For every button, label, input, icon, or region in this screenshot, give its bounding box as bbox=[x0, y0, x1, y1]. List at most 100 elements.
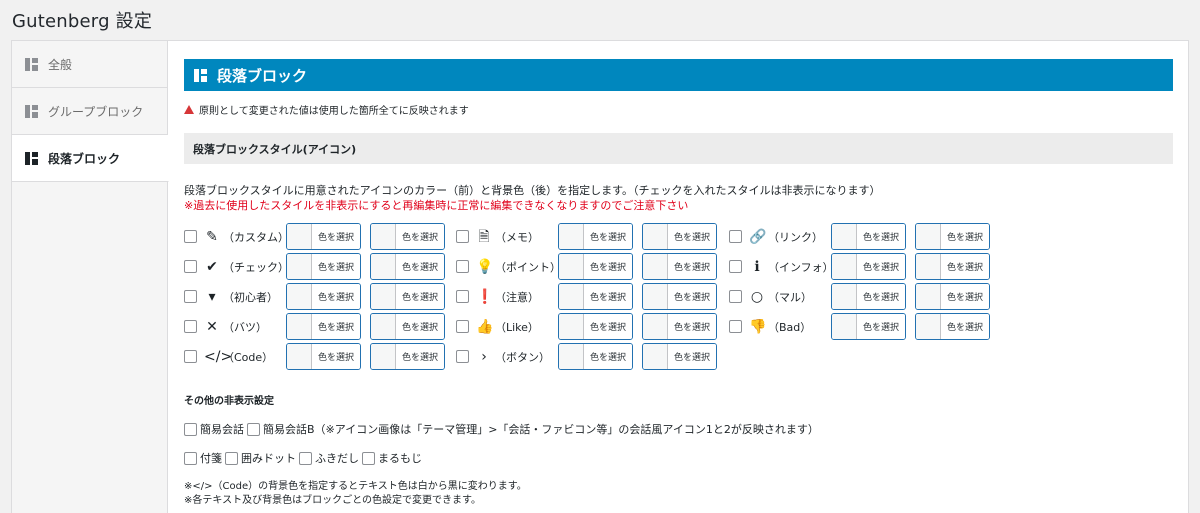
hide-style-checkbox[interactable] bbox=[729, 290, 742, 303]
hide-style-checkbox[interactable] bbox=[729, 260, 742, 273]
background-color-button[interactable]: 色を選択 bbox=[370, 313, 445, 340]
background-color-button[interactable]: 色を選択 bbox=[370, 223, 445, 250]
color-button-label: 色を選択 bbox=[668, 314, 716, 339]
color-button-label: 色を選択 bbox=[668, 284, 716, 309]
icon-color-button[interactable]: 色を選択 bbox=[558, 253, 633, 280]
icon-color-button[interactable]: 色を選択 bbox=[558, 223, 633, 250]
background-color-button[interactable]: 色を選択 bbox=[370, 283, 445, 310]
lightbulb-icon: 💡 bbox=[476, 258, 494, 275]
icon-color-button[interactable]: 色を選択 bbox=[558, 313, 633, 340]
icon-color-button[interactable]: 色を選択 bbox=[286, 343, 361, 370]
icon-color-button[interactable]: 色を選択 bbox=[831, 313, 906, 340]
background-color-button[interactable]: 色を選択 bbox=[642, 223, 717, 250]
color-swatch bbox=[643, 254, 668, 279]
icon-color-button[interactable]: 色を選択 bbox=[558, 283, 633, 310]
color-swatch bbox=[559, 314, 584, 339]
option-label: 囲みドット bbox=[241, 452, 296, 465]
color-swatch bbox=[371, 254, 396, 279]
color-button-label: 色を選択 bbox=[941, 284, 989, 309]
color-button-label: 色を選択 bbox=[584, 284, 632, 309]
hide-style-checkbox[interactable] bbox=[456, 320, 469, 333]
color-swatch bbox=[643, 284, 668, 309]
icon-color-button[interactable]: 色を選択 bbox=[286, 283, 361, 310]
checkbox[interactable] bbox=[362, 451, 375, 465]
icon-color-button[interactable]: 色を選択 bbox=[831, 283, 906, 310]
icon-color-button[interactable]: 色を選択 bbox=[286, 313, 361, 340]
hide-style-checkbox[interactable] bbox=[456, 260, 469, 273]
style-option: ✎ （カスタム） bbox=[184, 223, 289, 250]
page-title: Gutenberg 設定 bbox=[12, 11, 153, 32]
note-block-colors: ※各テキスト及び背景色はブロックごとの色設定で変更できます。 bbox=[184, 495, 481, 506]
color-button-label: 色を選択 bbox=[312, 344, 360, 369]
background-color-button[interactable]: 色を選択 bbox=[642, 253, 717, 280]
style-option: 💡 （ポイント） bbox=[456, 253, 561, 280]
color-button-label: 色を選択 bbox=[584, 224, 632, 249]
color-button-label: 色を選択 bbox=[312, 224, 360, 249]
style-option: ✕ （バツ） bbox=[184, 313, 267, 340]
sidebar-item-paragraph-block[interactable]: 段落ブロック bbox=[12, 135, 169, 182]
sidebar-item-group-block[interactable]: グループブロック bbox=[12, 88, 168, 135]
color-button-label: 色を選択 bbox=[312, 284, 360, 309]
hide-style-checkbox[interactable] bbox=[184, 290, 197, 303]
icon-color-button[interactable]: 色を選択 bbox=[831, 253, 906, 280]
background-color-button[interactable]: 色を選択 bbox=[642, 283, 717, 310]
style-label: （インフォ） bbox=[768, 260, 834, 274]
hide-style-checkbox[interactable] bbox=[729, 320, 742, 333]
checkbox[interactable] bbox=[184, 451, 197, 465]
color-button-label: 色を選択 bbox=[668, 224, 716, 249]
checkbox[interactable] bbox=[299, 451, 312, 465]
thumbs-up-icon: 👍 bbox=[476, 318, 494, 335]
style-label: （Bad） bbox=[768, 320, 812, 334]
option-circled-letters[interactable]: まるもじ bbox=[362, 450, 422, 466]
color-swatch bbox=[559, 224, 584, 249]
color-swatch bbox=[916, 314, 941, 339]
hide-style-checkbox[interactable] bbox=[456, 350, 469, 363]
background-color-button[interactable]: 色を選択 bbox=[370, 343, 445, 370]
color-swatch bbox=[916, 284, 941, 309]
color-button-label: 色を選択 bbox=[941, 314, 989, 339]
block-icon bbox=[25, 104, 38, 118]
sidebar-item-general[interactable]: 全般 bbox=[12, 41, 168, 88]
hide-style-checkbox[interactable] bbox=[456, 230, 469, 243]
background-color-button[interactable]: 色を選択 bbox=[370, 253, 445, 280]
style-option: ❗ （注意） bbox=[456, 283, 539, 310]
option-simple-conversation[interactable]: 簡易会話 bbox=[184, 421, 244, 437]
style-label: （Code） bbox=[223, 350, 274, 364]
checkbox[interactable] bbox=[225, 451, 238, 465]
background-color-button[interactable]: 色を選択 bbox=[642, 313, 717, 340]
color-button-label: 色を選択 bbox=[396, 344, 444, 369]
icon-color-button[interactable]: 色を選択 bbox=[286, 223, 361, 250]
notice-text: 原則として変更された値は使用した箇所全てに反映されます bbox=[199, 106, 469, 117]
background-color-button[interactable]: 色を選択 bbox=[915, 283, 990, 310]
hide-style-checkbox[interactable] bbox=[456, 290, 469, 303]
icon-color-button[interactable]: 色を選択 bbox=[831, 223, 906, 250]
memo-icon: 🗎 bbox=[478, 228, 490, 245]
hide-style-checkbox[interactable] bbox=[184, 320, 197, 333]
hide-style-checkbox[interactable] bbox=[729, 230, 742, 243]
background-color-button[interactable]: 色を選択 bbox=[642, 343, 717, 370]
option-sticky-note[interactable]: 付箋 bbox=[184, 450, 222, 466]
block-icon bbox=[25, 151, 38, 165]
hide-style-checkbox[interactable] bbox=[184, 230, 197, 243]
checkbox[interactable] bbox=[184, 422, 197, 436]
style-option: 👎 （Bad） bbox=[729, 313, 811, 340]
checkbox[interactable] bbox=[247, 422, 260, 436]
background-color-button[interactable]: 色を選択 bbox=[915, 223, 990, 250]
style-label: （チェック） bbox=[223, 260, 289, 274]
color-button-label: 色を選択 bbox=[857, 284, 905, 309]
background-color-button[interactable]: 色を選択 bbox=[915, 253, 990, 280]
hide-style-checkbox[interactable] bbox=[184, 350, 197, 363]
thumbs-down-icon: 👎 bbox=[749, 318, 767, 335]
icon-color-button[interactable]: 色を選択 bbox=[286, 253, 361, 280]
icon-color-button[interactable]: 色を選択 bbox=[558, 343, 633, 370]
color-swatch bbox=[832, 314, 857, 339]
color-swatch bbox=[371, 224, 396, 249]
block-icon bbox=[25, 57, 38, 71]
option-speech-bubble[interactable]: ふきだし bbox=[299, 450, 359, 466]
style-option: › （ボタン） bbox=[456, 343, 550, 370]
background-color-button[interactable]: 色を選択 bbox=[915, 313, 990, 340]
option-simple-conversation-b[interactable]: 簡易会話B（※アイコン画像は「テーマ管理」>「会話・ファビコン等」の会話風アイコ… bbox=[247, 421, 819, 437]
option-dotted-frame[interactable]: 囲みドット bbox=[225, 450, 296, 466]
hide-style-checkbox[interactable] bbox=[184, 260, 197, 273]
sidebar-item-label: 段落ブロック bbox=[48, 151, 121, 166]
